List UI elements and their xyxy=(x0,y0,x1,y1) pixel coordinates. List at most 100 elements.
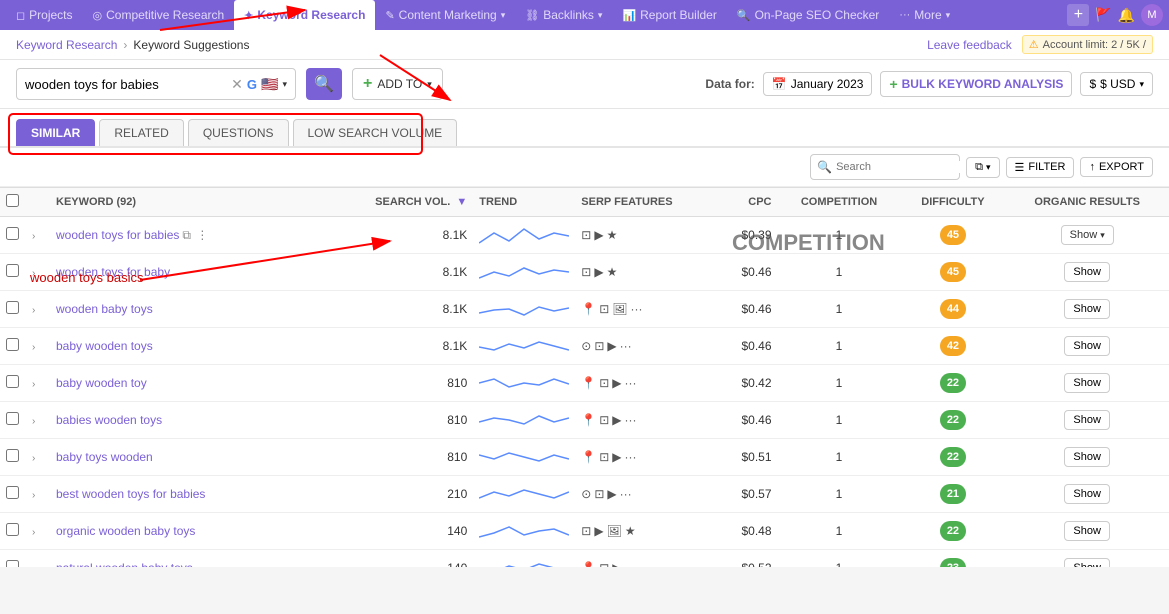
feedback-link[interactable]: Leave feedback xyxy=(927,38,1012,52)
expand-icon[interactable]: › xyxy=(32,490,35,501)
col-trend-header[interactable]: TREND xyxy=(473,188,575,217)
trend-chart xyxy=(479,295,569,323)
organic-show-button[interactable]: Show xyxy=(1064,558,1110,567)
table-row: ›babies wooden toys810 📍⊡▶···$0.46122Sho… xyxy=(0,402,1169,439)
copy-button[interactable]: ⧉ ▾ xyxy=(966,157,999,178)
organic-show-button[interactable]: Show xyxy=(1064,299,1110,319)
nav-item-projects[interactable]: ◻ Projects xyxy=(6,0,83,30)
col-serp-header[interactable]: SERP FEATURES xyxy=(575,188,719,217)
organic-show-button[interactable]: Show xyxy=(1064,373,1110,393)
date-label: January 2023 xyxy=(791,77,864,91)
organic-show-button[interactable]: Show xyxy=(1064,447,1110,467)
serp-feature-icon: 📍 xyxy=(581,450,596,464)
search-volume: 140 xyxy=(328,550,473,568)
expand-icon[interactable]: › xyxy=(32,564,35,567)
nav-item-seo[interactable]: 🔍 On-Page SEO Checker xyxy=(727,0,889,30)
row-checkbox[interactable] xyxy=(6,338,19,351)
col-comp-header[interactable]: COMPETITION xyxy=(778,188,901,217)
row-checkbox[interactable] xyxy=(6,486,19,499)
account-limit-badge: ⚠ Account limit: 2 / 5K / xyxy=(1022,35,1153,54)
bell-icon[interactable]: 🔔 xyxy=(1118,7,1135,24)
search-button[interactable]: 🔍 xyxy=(306,68,342,100)
expand-icon[interactable]: › xyxy=(32,342,35,353)
trend-chart xyxy=(479,332,569,360)
organic-show-button[interactable]: Show xyxy=(1064,484,1110,504)
nav-plus-button[interactable]: + xyxy=(1067,4,1089,26)
clear-icon[interactable]: ✕ xyxy=(231,76,243,93)
serp-feature-icon: ··· xyxy=(625,450,637,464)
add-to-button[interactable]: + ADD TO ▾ xyxy=(352,68,443,100)
table-search-input[interactable] xyxy=(836,161,978,173)
col-vol-header[interactable]: SEARCH VOL. ▼ xyxy=(328,188,473,217)
bulk-keyword-button[interactable]: + BULK KEYWORD ANALYSIS xyxy=(880,71,1072,97)
expand-icon[interactable]: › xyxy=(32,231,35,242)
tab-similar[interactable]: SIMILAR xyxy=(16,119,95,146)
search-input[interactable] xyxy=(25,77,227,92)
serp-header-label: SERP FEATURES xyxy=(581,196,672,208)
trend-chart xyxy=(479,369,569,397)
row-checkbox[interactable] xyxy=(6,264,19,277)
serp-feature-icon: ⊡ xyxy=(581,524,591,538)
tab-low-search[interactable]: LOW SEARCH VOLUME xyxy=(293,119,458,146)
cpc-value: $0.46 xyxy=(719,328,777,365)
nav-item-report[interactable]: 📊 Report Builder xyxy=(612,0,726,30)
row-checkbox[interactable] xyxy=(6,227,19,240)
tab-related[interactable]: RELATED xyxy=(99,119,183,146)
copy-kw-icon[interactable]: ⧉ xyxy=(182,228,191,242)
expand-icon[interactable]: › xyxy=(32,527,35,538)
breadcrumb-parent[interactable]: Keyword Research xyxy=(16,38,117,52)
nav-item-keyword[interactable]: ✦ Keyword Research xyxy=(234,0,375,30)
col-keyword-header[interactable]: KEYWORD (92) xyxy=(50,188,328,217)
competition-value: 1 xyxy=(778,291,901,328)
search-input-wrapper[interactable]: ✕ G 🇺🇸 ▾ xyxy=(16,68,296,100)
account-limit-text: Account limit: 2 / 5K / xyxy=(1043,39,1146,51)
row-checkbox[interactable] xyxy=(6,412,19,425)
table-search-wrapper[interactable]: 🔍 xyxy=(810,154,960,180)
col-organic-header[interactable]: ORGANIC RESULTS xyxy=(1005,188,1169,217)
nav-item-competitive[interactable]: ◎ Competitive Research xyxy=(83,0,235,30)
nav-item-content[interactable]: ✎ Content Marketing ▾ xyxy=(375,0,515,30)
row-checkbox[interactable] xyxy=(6,560,19,567)
select-all-checkbox[interactable] xyxy=(6,194,19,207)
flag-us-icon[interactable]: 🇺🇸 xyxy=(261,76,278,93)
nav-item-more[interactable]: ··· More ▾ xyxy=(889,0,960,30)
filter-button[interactable]: ☰ FILTER xyxy=(1006,157,1075,178)
table-row: ›organic wooden baby toys140 ⊡▶🖼★$0.4812… xyxy=(0,513,1169,550)
expand-icon[interactable]: › xyxy=(32,379,35,390)
row-checkbox[interactable] xyxy=(6,375,19,388)
difficulty-badge: 42 xyxy=(940,336,966,356)
tab-questions[interactable]: QUESTIONS xyxy=(188,119,289,146)
search-volume: 8.1K xyxy=(328,254,473,291)
more-kw-icon[interactable]: ⋮ xyxy=(196,228,208,242)
organic-show-button[interactable]: Show xyxy=(1064,336,1110,356)
expand-icon[interactable]: › xyxy=(32,453,35,464)
currency-button[interactable]: $ $ USD ▾ xyxy=(1080,72,1153,96)
keyword-icon: ✦ xyxy=(244,9,253,22)
table-row: ›natural wooden baby toys140 📍⊡▶···$0.52… xyxy=(0,550,1169,568)
row-checkbox[interactable] xyxy=(6,449,19,462)
export-button[interactable]: ↑ EXPORT xyxy=(1080,157,1153,177)
user-avatar[interactable]: M xyxy=(1141,4,1163,26)
col-diff-header[interactable]: DIFFICULTY xyxy=(901,188,1006,217)
col-cpc-header[interactable]: CPC xyxy=(719,188,777,217)
expand-icon[interactable]: › xyxy=(32,268,35,279)
organic-show-button[interactable]: Show xyxy=(1064,410,1110,430)
organic-show-button[interactable]: Show xyxy=(1064,521,1110,541)
date-picker-button[interactable]: 📅 January 2023 xyxy=(763,72,873,96)
trend-chart xyxy=(479,406,569,434)
dropdown-arrow-icon[interactable]: ▾ xyxy=(282,79,287,90)
currency-dropdown-icon: ▾ xyxy=(1139,79,1144,90)
nav-item-backlinks[interactable]: ⛓ Backlinks ▾ xyxy=(515,0,612,30)
serp-feature-icon: ⊡ xyxy=(599,376,609,390)
row-checkbox[interactable] xyxy=(6,301,19,314)
organic-show-button[interactable]: Show xyxy=(1064,262,1110,282)
organic-show-dropdown[interactable]: Show▾ xyxy=(1061,225,1114,245)
expand-icon[interactable]: › xyxy=(32,416,35,427)
data-for-label: Data for: xyxy=(705,77,754,91)
row-checkbox[interactable] xyxy=(6,523,19,536)
add-dropdown-icon: ▾ xyxy=(427,79,432,90)
search-volume: 810 xyxy=(328,365,473,402)
expand-icon[interactable]: › xyxy=(32,305,35,316)
breadcrumb-bar: Keyword Research › Keyword Suggestions L… xyxy=(0,30,1169,60)
keyword-text: baby toys wooden xyxy=(56,450,153,464)
